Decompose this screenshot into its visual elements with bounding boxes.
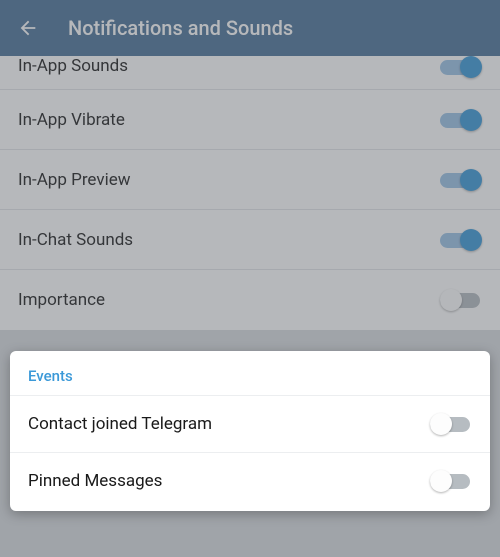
toggle-thumb [430,470,452,492]
back-button[interactable] [14,14,42,42]
toggle-importance[interactable] [440,289,482,311]
background-settings-panel: In-App Sounds In-App Vibrate In-App Prev… [0,56,500,330]
toggle-pinned-messages[interactable] [430,470,472,492]
setting-label: Contact joined Telegram [28,414,212,434]
setting-row-contact-joined[interactable]: Contact joined Telegram [10,395,490,452]
setting-row-in-app-sounds[interactable]: In-App Sounds [0,56,500,90]
setting-row-in-app-preview[interactable]: In-App Preview [0,150,500,210]
page-title: Notifications and Sounds [68,16,293,40]
back-arrow-icon [17,17,39,39]
setting-row-in-app-vibrate[interactable]: In-App Vibrate [0,90,500,150]
toggle-thumb [460,169,482,191]
setting-row-in-chat-sounds[interactable]: In-Chat Sounds [0,210,500,270]
setting-label: In-App Sounds [18,56,128,76]
toggle-contact-joined[interactable] [430,413,472,435]
toggle-thumb [460,229,482,251]
setting-label: In-Chat Sounds [18,230,133,250]
toggle-in-chat-sounds[interactable] [440,229,482,251]
toggle-thumb [460,56,482,78]
setting-row-pinned-messages[interactable]: Pinned Messages [10,452,490,509]
events-section-header: Events [10,351,490,395]
toggle-thumb [460,109,482,131]
toggle-in-app-sounds[interactable] [440,56,482,78]
setting-row-importance[interactable]: Importance [0,270,500,330]
events-card: Events Contact joined Telegram Pinned Me… [10,351,490,511]
setting-label: Pinned Messages [28,471,162,491]
setting-label: In-App Preview [18,170,131,190]
toggle-thumb [430,413,452,435]
toggle-in-app-vibrate[interactable] [440,109,482,131]
toggle-in-app-preview[interactable] [440,169,482,191]
setting-label: Importance [18,290,105,310]
app-header: Notifications and Sounds [0,0,500,56]
setting-label: In-App Vibrate [18,110,125,130]
toggle-thumb [440,289,462,311]
